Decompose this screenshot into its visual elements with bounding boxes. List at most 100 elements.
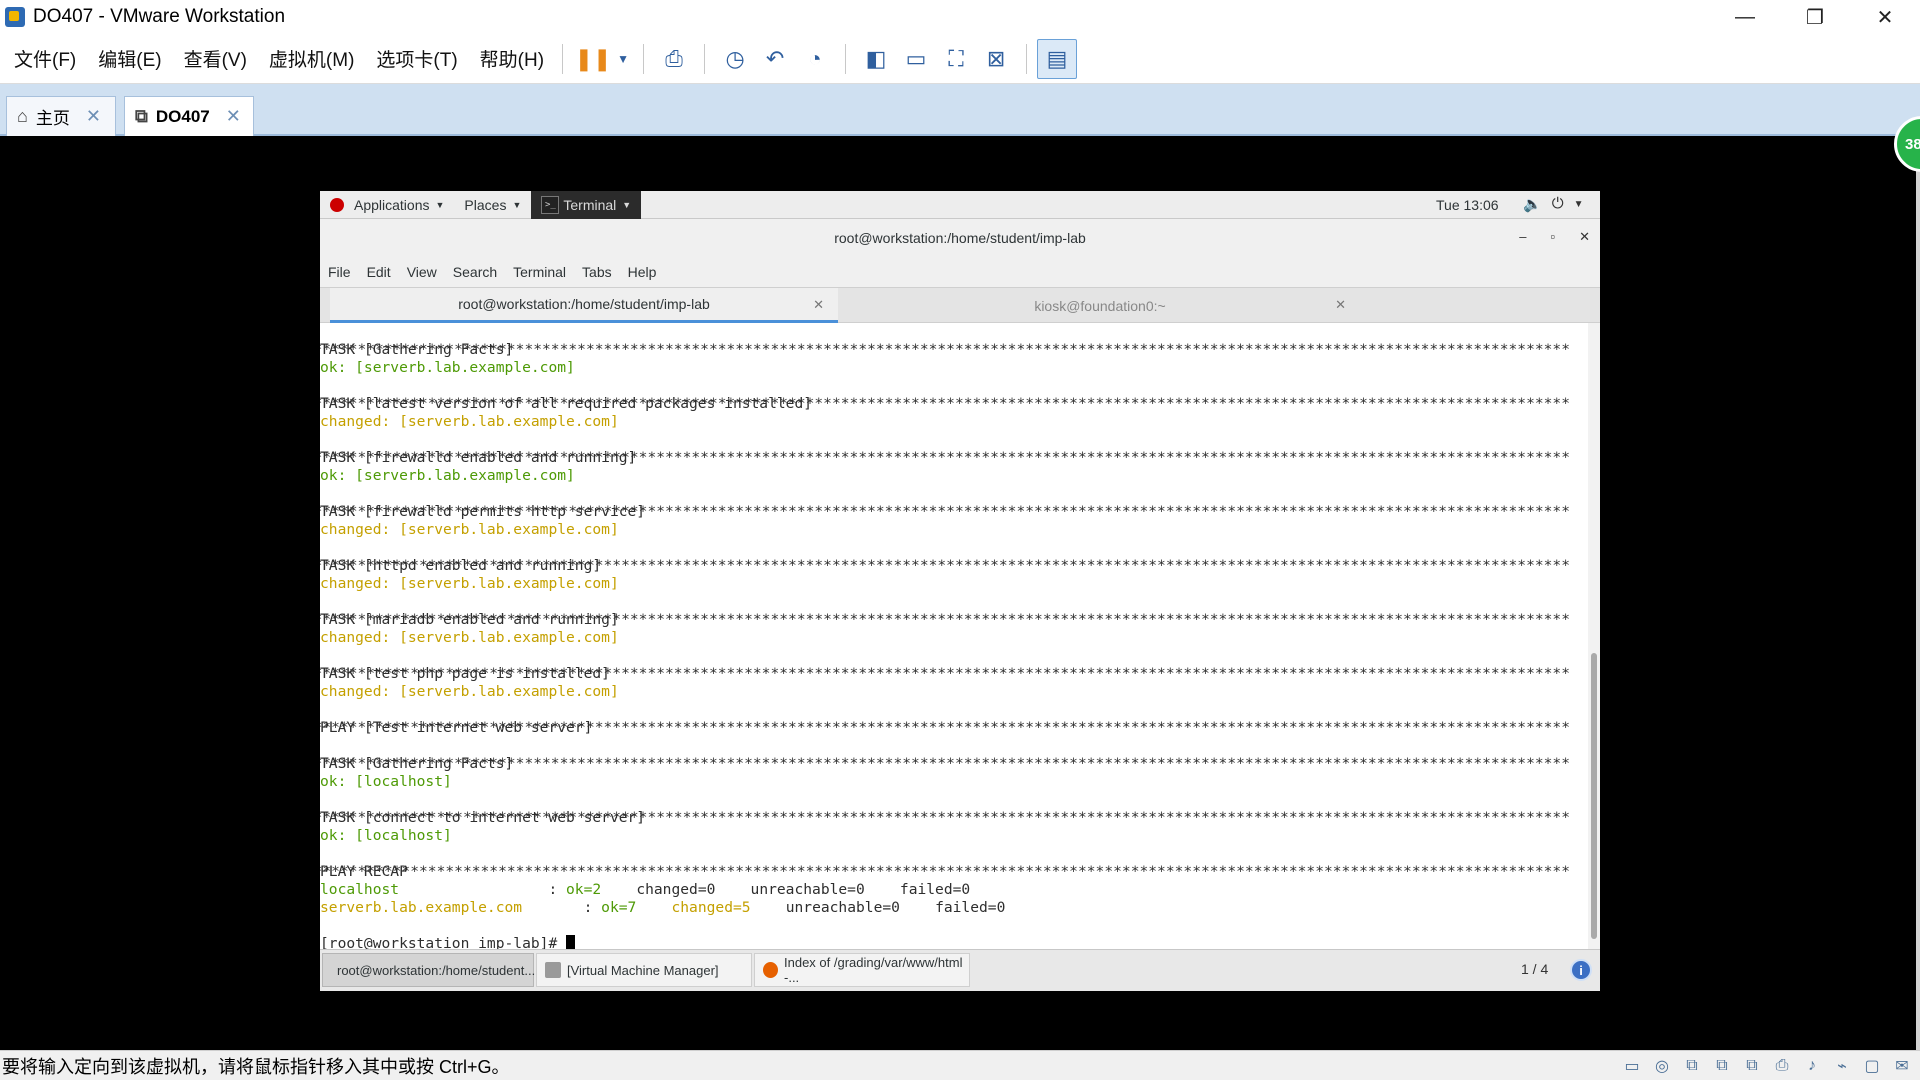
minimize-icon[interactable]: – (1519, 229, 1526, 245)
vmware-titlebar: DO407 - VMware Workstation — ❐ ✕ (0, 0, 1920, 34)
fullscreen-icon[interactable]: ⛶ (936, 39, 976, 79)
terminal-menu-help[interactable]: Help (620, 264, 665, 280)
message-icon[interactable]: ✉ (1890, 1056, 1914, 1076)
thumbnail-view-icon[interactable]: ▤ (1037, 38, 1078, 79)
virt-manager-icon (545, 962, 561, 978)
restore-button[interactable]: ❐ (1780, 0, 1850, 34)
terminal-menu-tabs[interactable]: Tabs (574, 264, 620, 280)
toolbar-separator (1026, 43, 1028, 74)
minimize-button[interactable]: — (1710, 0, 1780, 34)
tab-do407[interactable]: ⧉ DO407 ✕ (124, 96, 254, 136)
shell-prompt[interactable]: [root@workstation imp-lab]# (320, 935, 1588, 949)
sidebar-view-icon[interactable]: ◧ (856, 39, 896, 79)
hard-disk-icon[interactable]: ▭ (1620, 1056, 1644, 1076)
close-icon[interactable]: ✕ (1579, 229, 1590, 245)
menu-vm[interactable]: 虚拟机(M) (261, 45, 362, 72)
terminal-line: ok: [serverb.lab.example.com] (320, 467, 575, 484)
terminal-line: ok: [localhost] (320, 827, 452, 844)
close-icon[interactable]: ✕ (86, 106, 101, 127)
separator-stars: ****************************************… (320, 611, 1570, 628)
menu-help[interactable]: 帮助(H) (472, 45, 552, 72)
terminal-menu-view[interactable]: View (399, 264, 445, 280)
taskbar-item-terminal[interactable]: root@workstation:/home/student... (322, 953, 536, 987)
menu-edit[interactable]: 编辑(E) (90, 45, 169, 72)
terminal-line: TASK [test php page is installed] ******… (320, 665, 1588, 683)
terminal-tab-root[interactable]: root@workstation:/home/student/imp-lab ✕ (330, 288, 838, 323)
send-ctrl-alt-del-icon[interactable]: ⎙ (654, 39, 694, 79)
network-icon[interactable]: ⧉ (1740, 1056, 1764, 1076)
vmware-app-icon (5, 7, 25, 27)
terminal-tab-kiosk[interactable]: kiosk@foundation0:~ ✕ (840, 288, 1360, 323)
snapshot-manager-icon[interactable]: ◔ (795, 39, 835, 79)
caret-down-icon: ▼ (622, 199, 632, 210)
workspace-pager[interactable]: 1 / 4 (1521, 961, 1548, 977)
gnome-topbar: Applications ▼ Places ▼ >_ Terminal ▼ Tu… (320, 191, 1600, 219)
tab-home-label: 主页 (35, 109, 70, 128)
scrollbar-thumb[interactable] (1591, 653, 1597, 939)
close-button[interactable]: ✕ (1850, 0, 1920, 34)
vmware-menubar: 文件(F) 编辑(E) 查看(V) 虚拟机(M) 选项卡(T) 帮助(H) ❚❚… (0, 34, 1920, 84)
places-menu[interactable]: Places ▼ (454, 191, 531, 219)
taskbar-item-firefox[interactable]: Index of /grading/var/www/html -... (754, 953, 970, 987)
terminal-window-title: root@workstation:/home/student/imp-lab (834, 230, 1086, 246)
unity-icon[interactable]: ⊠ (976, 39, 1016, 79)
separator-stars: ****************************************… (320, 755, 1570, 772)
caret-down-icon: ▼ (512, 199, 522, 210)
printer-icon[interactable]: ⎙ (1770, 1056, 1794, 1076)
info-icon[interactable]: i (1570, 959, 1592, 981)
applications-menu[interactable]: Applications ▼ (320, 191, 454, 219)
menu-view[interactable]: 查看(V) (176, 45, 255, 72)
terminal-line: changed: [serverb.lab.example.com] (320, 629, 619, 646)
firefox-icon (763, 962, 778, 978)
console-edge (1916, 136, 1920, 1050)
terminal-scrollbar[interactable] (1588, 323, 1600, 949)
maximize-icon[interactable]: ▫ (1550, 229, 1555, 245)
terminal-line: ok: [serverb.lab.example.com] (320, 359, 575, 376)
menu-file[interactable]: 文件(F) (6, 45, 84, 72)
separator-stars: ****************************************… (320, 719, 1570, 736)
recap-line: localhost : ok=2 changed=0 unreachable=0… (320, 881, 971, 898)
terminal-output[interactable]: TASK [Gathering Facts] *****************… (320, 323, 1588, 949)
terminal-menu-file[interactable]: File (320, 264, 359, 280)
toolbar-separator (845, 43, 847, 74)
network-icon[interactable]: ⧉ (1680, 1056, 1704, 1076)
dropdown-arrow-icon[interactable]: ▼ (613, 39, 633, 79)
vmware-statusbar: 要将输入定向到该虚拟机，请将鼠标指针移入其中或按 Ctrl+G。 ▭ ◎ ⧉ ⧉… (0, 1050, 1920, 1080)
sound-icon[interactable]: ♪ (1800, 1056, 1824, 1076)
terminal-menu-search[interactable]: Search (445, 264, 505, 280)
device-icons: ▭ ◎ ⧉ ⧉ ⧉ ⎙ ♪ ⌁ ▢ ✉ (1620, 1056, 1914, 1076)
usb-icon[interactable]: ⌁ (1830, 1056, 1854, 1076)
guest-desktop[interactable]: Applications ▼ Places ▼ >_ Terminal ▼ Tu… (320, 191, 1600, 991)
terminal-line: TASK [connect to internet web server] **… (320, 809, 1588, 827)
terminal-menu-terminal[interactable]: Terminal (505, 264, 574, 280)
terminal-app-menu[interactable]: >_ Terminal ▼ (531, 191, 642, 219)
revert-snapshot-icon[interactable]: ↶ (755, 39, 795, 79)
redhat-icon (330, 197, 344, 212)
menu-tabs[interactable]: 选项卡(T) (368, 45, 465, 72)
terminal-icon: >_ (541, 195, 560, 214)
clock[interactable]: Tue 13:06 (1436, 197, 1499, 213)
terminal-window-controls: – ▫ ✕ (1519, 229, 1590, 245)
tab-home[interactable]: ⌂ 主页 ✕ (6, 96, 116, 136)
close-icon[interactable]: ✕ (813, 297, 824, 313)
console-view-icon[interactable]: ▭ (896, 39, 936, 79)
window-controls: — ❐ ✕ (1710, 0, 1920, 34)
taskbar-item-vmm[interactable]: [Virtual Machine Manager] (536, 953, 752, 987)
home-icon: ⌂ (17, 106, 28, 126)
pause-icon[interactable]: ❚❚ (573, 39, 613, 79)
separator-stars: ****************************************… (320, 395, 1570, 412)
terminal-tabbar: root@workstation:/home/student/imp-lab ✕… (320, 287, 1600, 323)
terminal-line: PLAY RECAP *****************************… (320, 863, 1588, 881)
display-icon[interactable]: ▢ (1860, 1056, 1884, 1076)
taskbar-item-label: root@workstation:/home/student... (337, 962, 536, 978)
terminal-line: TASK [firewalld permits http service] **… (320, 503, 1588, 521)
close-icon[interactable]: ✕ (226, 106, 241, 127)
cd-icon[interactable]: ◎ (1650, 1056, 1674, 1076)
network-icon[interactable]: ⧉ (1710, 1056, 1734, 1076)
close-icon[interactable]: ✕ (1335, 297, 1346, 313)
terminal-menu-edit[interactable]: Edit (359, 264, 399, 280)
system-tray[interactable]: 🔈 ⏻ ▼ (1523, 195, 1583, 215)
snapshot-icon[interactable]: ◷ (715, 39, 755, 79)
